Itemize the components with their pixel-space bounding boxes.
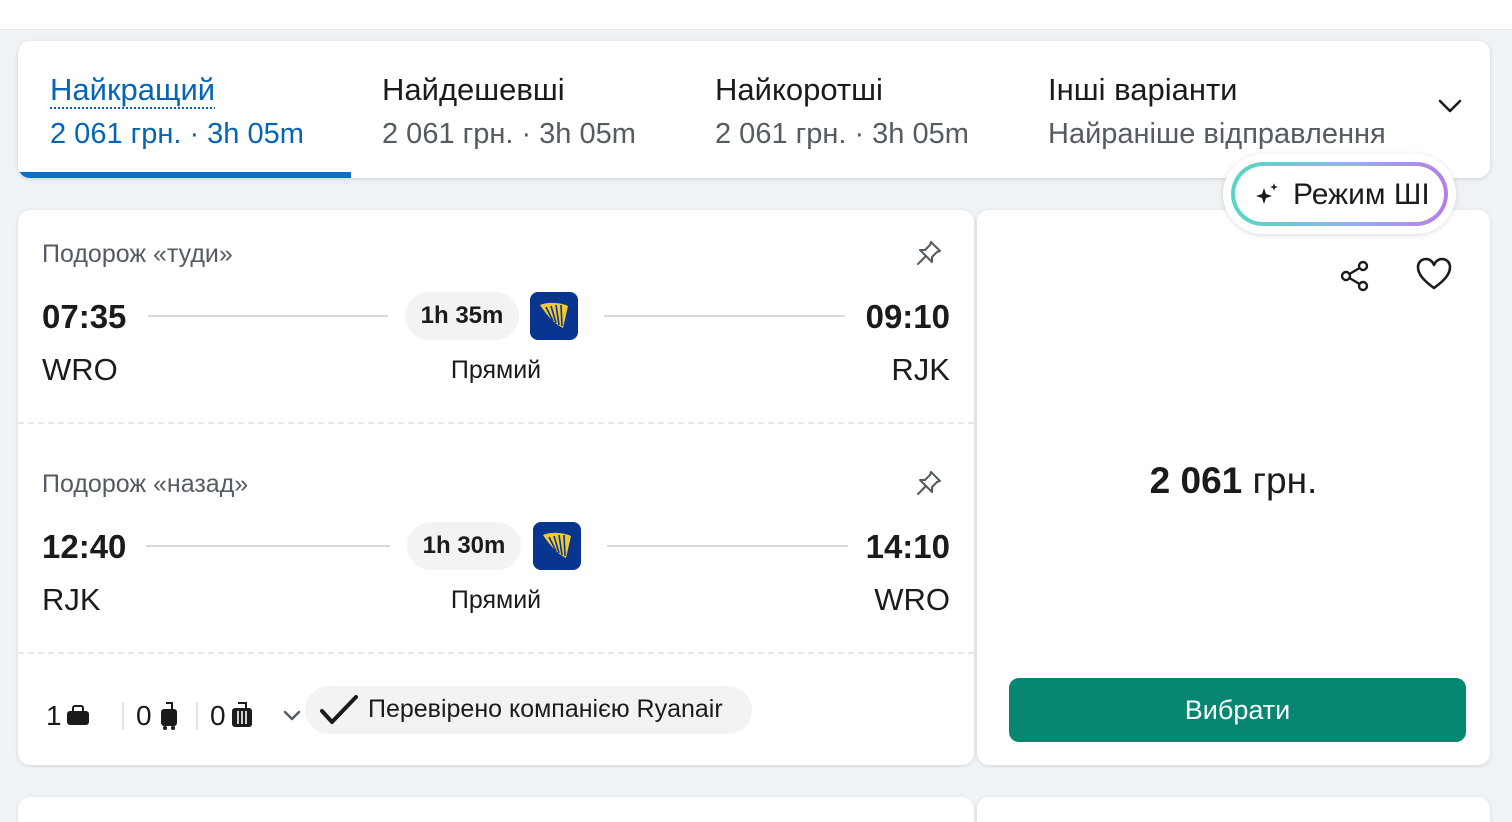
tab-subtitle: 2 061 грн. · 3h 05m bbox=[50, 118, 304, 150]
stops-label: Прямий bbox=[450, 586, 542, 614]
sparkle-icon bbox=[1256, 183, 1278, 204]
share-icon[interactable] bbox=[1337, 258, 1373, 294]
personal-bag-icon bbox=[66, 705, 89, 725]
active-tab-indicator bbox=[18, 172, 351, 178]
return-leg: Подорож «назад» 12:40 1h 30m 14:10 RJK П… bbox=[18, 440, 974, 652]
tab-subtitle: 2 061 грн. · 3h 05m bbox=[715, 118, 969, 150]
duration-badge: 1h 30m bbox=[407, 522, 521, 570]
arrive-time: 09:10 bbox=[865, 298, 950, 335]
destination-airport: WRO bbox=[874, 582, 950, 617]
leg-label: Подорож «туди» bbox=[42, 240, 233, 268]
route-line bbox=[148, 315, 388, 317]
price-currency: грн. bbox=[1252, 460, 1318, 501]
leg-label: Подорож «назад» bbox=[42, 470, 249, 498]
bag-count: 0 bbox=[210, 700, 226, 731]
outbound-leg: Подорож «туди» 07:35 1h 35m 09:10 WRO Пр… bbox=[18, 210, 974, 422]
depart-time: 12:40 bbox=[42, 528, 127, 565]
tab-title: Найдешевші bbox=[382, 72, 565, 107]
route-line bbox=[146, 545, 390, 547]
next-result-card bbox=[977, 797, 1490, 822]
carry-on-count: 0 bbox=[136, 692, 180, 740]
ryanair-logo-icon bbox=[530, 292, 578, 340]
separator bbox=[196, 702, 198, 730]
stops-label: Прямий bbox=[450, 356, 542, 384]
depart-time: 07:35 bbox=[42, 298, 127, 335]
price: 2 061 грн. bbox=[977, 460, 1490, 502]
tab-title: Найкоротші bbox=[715, 72, 883, 107]
ai-mode-button[interactable]: Режим ШІ bbox=[1231, 162, 1448, 226]
price-amount: 2 061 bbox=[1149, 460, 1243, 501]
origin-airport: WRO bbox=[42, 352, 118, 387]
checked-bag-count: 0 bbox=[210, 692, 254, 740]
ai-mode-label: Режим ШІ bbox=[1293, 178, 1430, 211]
ryanair-logo-icon bbox=[533, 522, 581, 570]
bag-count: 1 bbox=[46, 700, 62, 731]
bag-count: 0 bbox=[136, 700, 152, 731]
origin-airport: RJK bbox=[42, 582, 101, 617]
tab-subtitle: Найраніше відправлення bbox=[1048, 118, 1386, 150]
result-card-price: 2 061 грн. Вибрати bbox=[977, 210, 1490, 765]
verified-text: Перевірено компанією Ryanair bbox=[368, 695, 723, 723]
pin-icon[interactable] bbox=[914, 238, 944, 268]
result-card-legs[interactable]: Подорож «туди» 07:35 1h 35m 09:10 WRO Пр… bbox=[18, 210, 974, 765]
checked-bag-icon bbox=[231, 702, 252, 727]
destination-airport: RJK bbox=[891, 352, 950, 387]
select-button[interactable]: Вибрати bbox=[1009, 678, 1466, 742]
arrive-time: 14:10 bbox=[865, 528, 950, 565]
heart-icon[interactable] bbox=[1415, 256, 1453, 292]
pin-icon[interactable] bbox=[914, 468, 944, 498]
duration-badge: 1h 35m bbox=[405, 292, 519, 340]
tab-title: Інші варіанти bbox=[1048, 72, 1238, 107]
next-result-card bbox=[18, 797, 974, 822]
tab-title: Найкращий bbox=[50, 72, 216, 107]
separator bbox=[122, 702, 124, 730]
leg-divider bbox=[18, 422, 974, 424]
carry-on-bag-icon bbox=[160, 702, 177, 730]
checkmark-icon bbox=[320, 695, 358, 724]
verified-badge: Перевірено компанією Ryanair bbox=[305, 686, 752, 734]
route-line bbox=[607, 545, 848, 547]
personal-item-count: 1 bbox=[46, 692, 91, 740]
leg-divider bbox=[18, 652, 974, 654]
top-strip bbox=[0, 0, 1512, 30]
ai-mode-wrapper: Режим ШІ bbox=[1223, 154, 1456, 234]
tab-subtitle: 2 061 грн. · 3h 05m bbox=[382, 118, 636, 150]
chevron-down-icon[interactable] bbox=[1434, 93, 1466, 119]
chevron-down-icon[interactable] bbox=[280, 704, 304, 728]
route-line bbox=[604, 315, 845, 317]
